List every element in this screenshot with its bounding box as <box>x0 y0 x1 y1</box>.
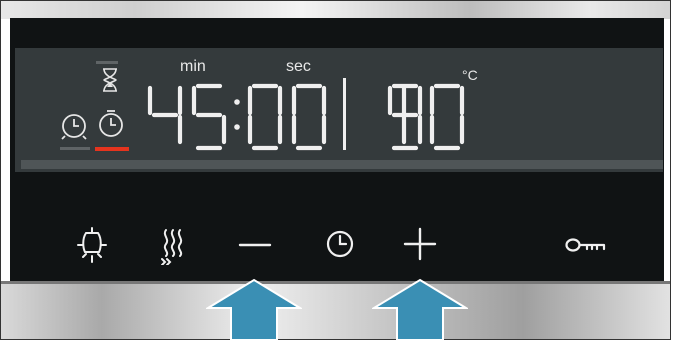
time-colon <box>234 99 240 130</box>
plus-button[interactable] <box>403 227 437 261</box>
key-icon <box>565 238 606 252</box>
lamp-button[interactable] <box>75 225 109 265</box>
plus-icon <box>403 227 437 261</box>
minus-button[interactable] <box>238 232 272 258</box>
time-digits <box>147 83 327 151</box>
display-separator <box>343 78 346 150</box>
display-divider-strip <box>21 160 663 169</box>
temperature-digits <box>387 83 465 151</box>
arrow-to-minus <box>206 278 302 340</box>
time-readout <box>147 83 327 151</box>
unit-sec-label: sec <box>286 58 311 75</box>
lamp-icon <box>77 227 107 263</box>
clock-button[interactable] <box>324 228 356 260</box>
heat-mode-icon <box>161 229 183 265</box>
timer-end-icon <box>61 114 87 140</box>
temperature-readout <box>387 83 465 151</box>
child-lock-button[interactable] <box>564 234 608 256</box>
oven-control-panel <box>0 0 671 340</box>
indicator-line-top <box>96 61 118 64</box>
unit-min-label: min <box>180 58 206 75</box>
arrow-to-plus <box>372 278 468 340</box>
timer-duration-icon <box>99 110 123 137</box>
clock-icon <box>326 230 354 258</box>
indicator-line-active <box>95 147 129 151</box>
hourglass-icon <box>103 68 117 92</box>
indicator-line-inactive <box>60 147 90 150</box>
metal-trim-top <box>1 1 670 19</box>
metal-trim-bottom <box>1 281 670 339</box>
heating-mode-button[interactable] <box>159 225 189 265</box>
